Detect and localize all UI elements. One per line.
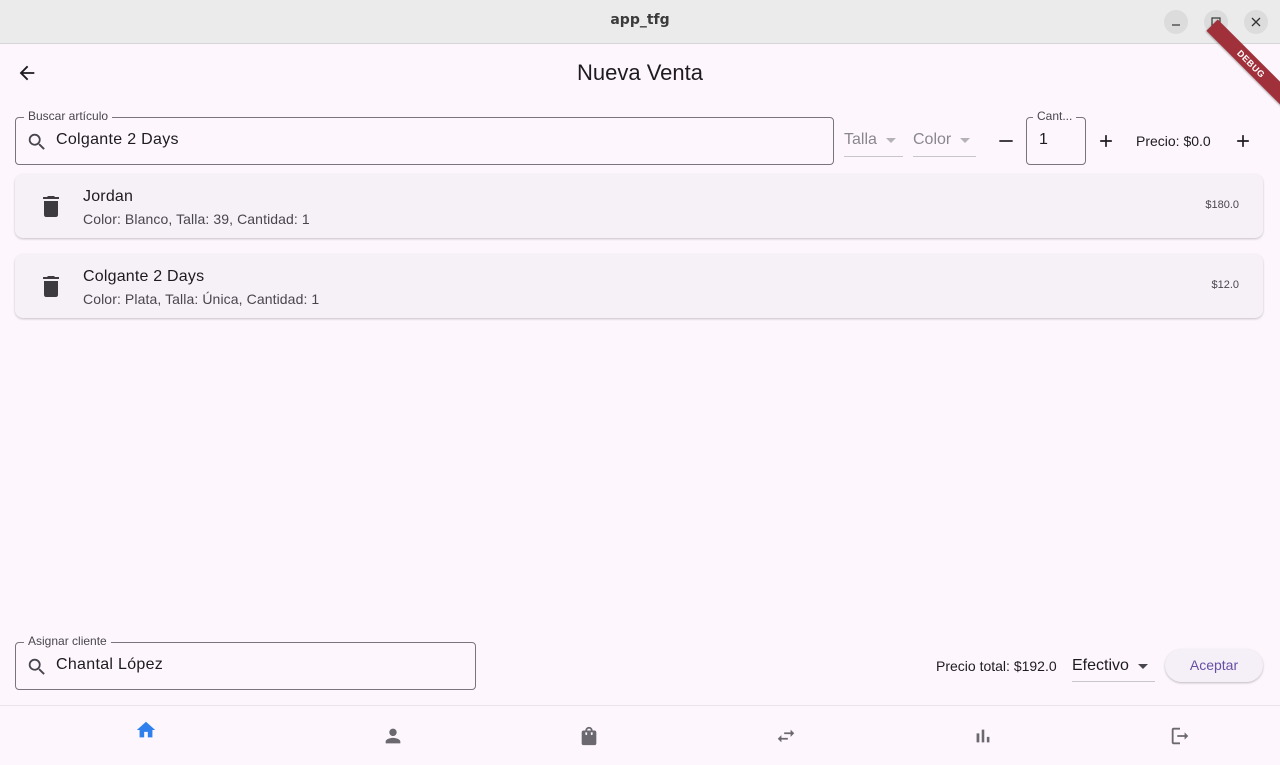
payment-method-dropdown[interactable]: Efectivo [1072, 650, 1155, 682]
color-dropdown-label: Color [913, 131, 952, 148]
total-price: Precio total: $192.0 [936, 658, 1057, 674]
bottom-navigation [0, 705, 1280, 765]
increase-quantity-button[interactable] [1092, 127, 1120, 155]
item-name: Jordan [83, 188, 134, 205]
swap-icon [777, 729, 795, 743]
item-details: Color: Plata, Talla: Única, Cantidad: 1 [83, 291, 320, 307]
client-field[interactable]: Asignar cliente Chantal López [15, 634, 476, 690]
nav-item-stats[interactable] [885, 706, 1081, 765]
item-price: $180.0 [1205, 199, 1239, 211]
bar-chart-icon [976, 729, 990, 743]
add-item-button[interactable] [1229, 127, 1257, 155]
dropdown-arrow-icon [960, 138, 970, 143]
minus-icon [999, 140, 1013, 142]
quantity-field-label: Cant... [1033, 109, 1077, 123]
home-icon [136, 721, 156, 738]
close-icon [1251, 17, 1261, 27]
nav-item-products[interactable] [491, 706, 687, 765]
close-window-button[interactable] [1244, 10, 1268, 34]
shopping-bag-icon [581, 726, 597, 746]
person-icon [385, 728, 401, 744]
logout-icon [1171, 727, 1189, 745]
client-field-label: Asignar cliente [24, 634, 111, 648]
plus-icon [1100, 135, 1112, 147]
quantity-field[interactable]: Cant... 1 [1026, 109, 1086, 165]
trash-icon[interactable] [41, 194, 61, 218]
trash-icon[interactable] [41, 274, 61, 298]
list-item: Jordan Color: Blanco, Talla: 39, Cantida… [15, 174, 1263, 238]
unit-price: Precio: $0.0 [1136, 133, 1211, 149]
page-title: Nueva Venta [577, 60, 703, 85]
window-titlebar: app_tfg [0, 0, 1280, 44]
item-name: Colgante 2 Days [83, 268, 205, 285]
minimize-button[interactable] [1164, 10, 1188, 34]
search-field[interactable]: Buscar artículo Colgante 2 Days [15, 109, 834, 165]
accept-button[interactable]: Aceptar [1165, 649, 1263, 682]
quantity-input[interactable]: 1 [1039, 131, 1048, 149]
nav-item-home[interactable] [48, 700, 244, 760]
dropdown-arrow-icon [886, 138, 896, 143]
nav-item-transfers[interactable] [688, 706, 884, 765]
search-icon [28, 133, 45, 150]
size-dropdown-label: Talla [844, 131, 877, 148]
client-input[interactable]: Chantal López [56, 656, 163, 674]
list-item: Colgante 2 Days Color: Plata, Talla: Úni… [15, 254, 1263, 318]
payment-method-value: Efectivo [1072, 657, 1129, 674]
plus-icon [1237, 135, 1249, 147]
minimize-icon [1172, 24, 1180, 26]
nav-item-clients[interactable] [295, 706, 491, 765]
search-icon [28, 658, 45, 675]
nav-item-logout[interactable] [1082, 706, 1278, 765]
search-input[interactable]: Colgante 2 Days [56, 131, 179, 149]
item-details: Color: Blanco, Talla: 39, Cantidad: 1 [83, 211, 310, 227]
search-field-label: Buscar artículo [24, 109, 113, 123]
item-price: $12.0 [1211, 279, 1239, 291]
size-dropdown[interactable]: Talla [844, 125, 903, 157]
dropdown-arrow-icon [1138, 664, 1148, 669]
app-bar: Nueva Venta [0, 45, 1280, 101]
decrease-quantity-button[interactable] [992, 127, 1020, 155]
color-dropdown[interactable]: Color [913, 125, 976, 157]
window-title: app_tfg [610, 12, 670, 28]
